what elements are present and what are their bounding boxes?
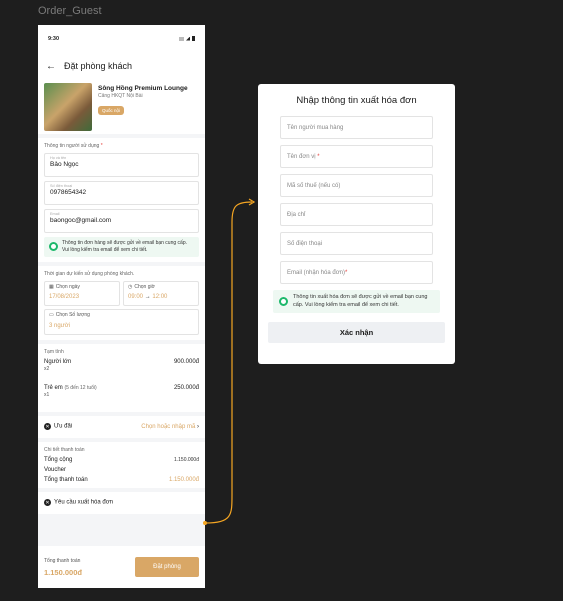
- buyer-name-input[interactable]: Tên người mua hàng: [280, 116, 433, 139]
- connector-line: [204, 201, 253, 524]
- tax-code-input[interactable]: Mã số thuế (nếu có): [280, 174, 433, 197]
- address-input[interactable]: Địa chỉ: [280, 203, 433, 226]
- modal-note: Thông tin xuất hóa đơn sẽ được gửi về em…: [273, 290, 440, 314]
- check-circle-icon: [279, 297, 288, 307]
- invoice-modal: Nhập thông tin xuất hóa đơn Tên người mu…: [258, 84, 455, 364]
- phone-input[interactable]: Số điện thoại: [280, 232, 433, 255]
- modal-title: Nhập thông tin xuất hóa đơn: [296, 95, 417, 106]
- company-name-input[interactable]: Tên đơn vị *: [280, 145, 433, 168]
- confirm-button[interactable]: Xác nhận: [268, 322, 445, 344]
- invoice-email-input[interactable]: Email (nhận hóa đơn) *: [280, 261, 433, 284]
- modal-note-text: Thông tin xuất hóa đơn sẽ được gửi về em…: [293, 294, 428, 308]
- connector-start-dot: [203, 521, 207, 525]
